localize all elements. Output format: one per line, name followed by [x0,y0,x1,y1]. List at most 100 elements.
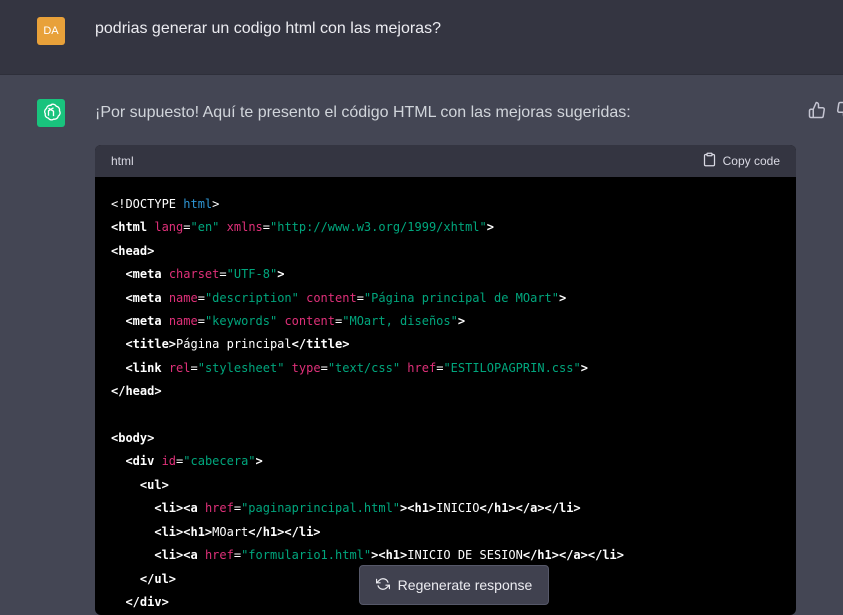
user-avatar-text: DA [43,25,59,37]
code-token: ><h1> [400,501,437,516]
copy-code-label: Copy code [722,154,780,168]
code-token: "text/css" [327,360,401,375]
code-token: "paginaprincipal.html" [241,501,401,516]
code-header: html Copy code [95,145,796,177]
code-token: <meta [125,290,169,305]
code-token: </h1></a></li> [479,501,581,516]
user-avatar: DA [37,17,65,45]
regenerate-response-button[interactable]: Regenerate response [359,565,549,605]
code-token: = [183,220,191,235]
code-token: "description" [204,290,299,305]
code-line: <html lang="en" xmlns="http://www.w3.org… [111,216,780,239]
code-content: <!DOCTYPE html> <html lang="en" xmlns="ht… [95,177,796,615]
code-token: = [262,220,270,235]
code-line: <meta name="description" content="Página… [111,287,780,310]
code-token: html [183,197,213,211]
code-token: = [197,314,205,329]
code-token: xmlns [226,220,263,235]
code-token: </ul> [139,571,177,586]
code-line: <title>Página principal</title> [111,333,780,356]
openai-logo-icon [41,102,61,125]
code-token: lang [154,220,184,235]
code-token: = [233,548,242,563]
code-line: <li><a href="paginaprincipal.html"><h1>I… [111,497,780,520]
code-token: "UTF-8" [226,267,278,282]
code-line: </head> [111,380,780,403]
code-token: <!DOCTYPE [111,197,184,211]
code-token: "MOart, diseños" [342,314,458,329]
code-token: <link [125,360,169,375]
code-line: <meta name="keywords" content="MOart, di… [111,310,780,333]
code-line: <div id="cabecera"> [111,450,780,473]
code-token: <html [111,220,155,235]
refresh-icon [375,577,390,594]
code-token: <div [125,454,162,469]
code-token: "cabecera" [183,454,256,469]
code-token: content [306,290,357,305]
code-token: name [168,290,198,305]
code-line: <li><h1>MOart</h1></li> [111,521,780,544]
code-token: > [559,290,567,305]
regenerate-label: Regenerate response [397,577,533,593]
code-token: content [284,314,336,329]
code-token: > [212,197,220,211]
code-token: href [407,360,437,375]
code-token: <ul> [139,477,169,492]
code-language-label: html [111,154,134,168]
copy-code-button[interactable]: Copy code [702,152,780,170]
code-token: > [277,267,285,282]
code-token: > [580,360,588,375]
assistant-avatar [37,99,65,127]
code-token: INICIO [436,501,480,516]
code-token: > [255,454,263,469]
code-token: name [168,314,198,329]
code-token: "en" [190,220,220,235]
clipboard-icon [702,152,717,170]
code-token: <meta [125,314,169,329]
code-token: = [197,290,205,305]
code-line: <link rel="stylesheet" type="text/css" h… [111,357,780,380]
code-token: "formulario1.html" [241,548,372,563]
code-line: <ul> [111,474,780,497]
thumbs-up-icon[interactable] [808,101,826,119]
code-token: </head> [111,384,162,399]
code-line: <meta charset="UTF-8"> [111,263,780,286]
code-token: > [486,220,494,235]
code-token: href [204,548,234,563]
code-token: <body> [111,431,155,446]
code-token: = [356,290,364,305]
code-token: <li><a [154,548,205,563]
code-token: "http://www.w3.org/1999/xhtml" [270,220,487,235]
code-token: = [190,360,198,375]
code-token: charset [168,267,220,282]
code-line: <body> [111,427,780,450]
code-token: Página principal [176,337,292,352]
code-token: "Página principal de MOart" [363,290,559,305]
code-token: rel [168,360,191,375]
code-token: </h1></li> [248,524,321,539]
code-line: <!DOCTYPE html> [111,193,780,216]
code-token: ><h1> [371,548,408,563]
code-line: <li><a href="formulario1.html"><h1>INICI… [111,544,780,567]
code-token: "stylesheet" [197,360,285,375]
code-token: <head> [111,243,155,258]
code-token: > [457,314,466,329]
code-token: = [320,360,328,375]
thumbs-down-icon[interactable] [836,101,843,119]
code-token: </title> [291,337,350,352]
assistant-message-text: ¡Por supuesto! Aquí te presento el códig… [95,104,631,121]
code-token: "keywords" [204,314,278,329]
code-token: <meta [125,267,169,282]
